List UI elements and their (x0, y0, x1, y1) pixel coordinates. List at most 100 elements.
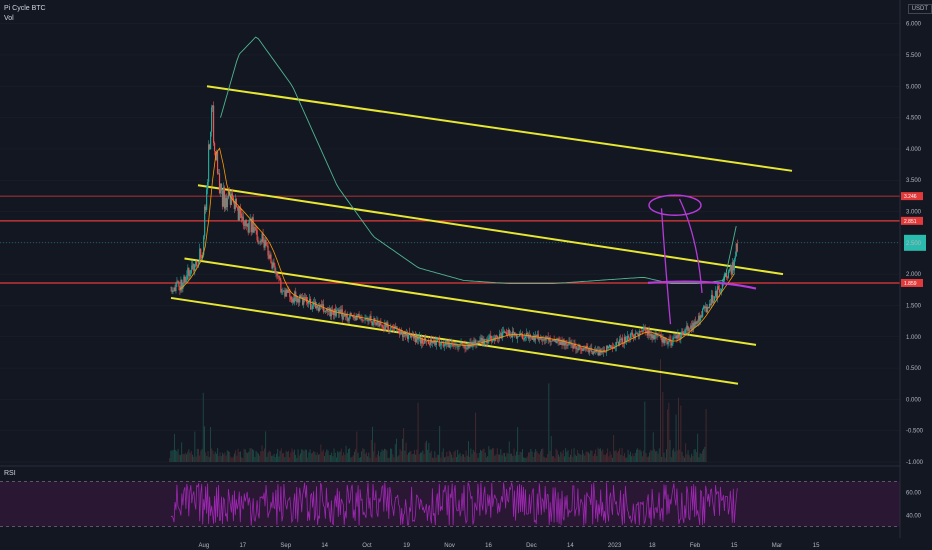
volume-bar (662, 392, 664, 462)
volume-bar (620, 454, 622, 462)
candle-body (178, 281, 180, 287)
volume-bar (260, 451, 262, 462)
volume-bar (350, 457, 352, 462)
volume-bar (577, 449, 579, 462)
volume-bar (452, 457, 454, 462)
candle-body (210, 107, 213, 132)
volume-bar (495, 454, 497, 462)
level-tag-label: 3.246 (904, 194, 917, 200)
volume-bar (548, 383, 550, 462)
y-tick-label: -0.500 (906, 429, 924, 435)
volume-bar (616, 452, 618, 462)
volume-bar (420, 452, 421, 462)
candle-body (728, 269, 730, 272)
volume-bar (542, 448, 544, 462)
volume-bar (622, 455, 624, 462)
volume-bar (231, 457, 233, 462)
volume-bar (411, 454, 413, 462)
volume-bar (409, 451, 411, 462)
volume-bar (309, 449, 311, 462)
volume-bar (463, 454, 465, 462)
volume-bar (186, 454, 187, 462)
volume-bar (436, 454, 438, 462)
volume-bar (433, 457, 435, 462)
volume-bar (342, 455, 343, 462)
candle-body (196, 261, 198, 265)
candle-body (671, 343, 673, 346)
volume-bar (591, 450, 593, 462)
volume-bar (682, 455, 684, 462)
rsi-label[interactable]: RSI (4, 470, 16, 477)
volume-bar (241, 457, 243, 462)
volume-bar (498, 454, 499, 462)
volume-bar (630, 451, 631, 462)
volume-bar (259, 455, 261, 462)
volume-bar (345, 445, 347, 462)
volume-bar (511, 453, 513, 462)
volume-bar (546, 457, 547, 462)
volume-bar (282, 453, 283, 462)
volume-bar (172, 449, 174, 462)
legend-vol[interactable]: Vol (4, 14, 46, 24)
volume-bar (283, 453, 285, 462)
volume-bar (402, 438, 403, 462)
volume-bar (480, 449, 481, 462)
volume-bar (541, 448, 543, 462)
candle-body (335, 310, 337, 316)
volume-bar (477, 457, 479, 462)
volume-bar (500, 449, 502, 462)
volume-bar (648, 456, 649, 462)
volume-bar (700, 453, 702, 462)
volume-bar (232, 456, 234, 462)
volume-bar (327, 450, 329, 462)
candle-body (654, 335, 656, 340)
candle-body (290, 296, 292, 300)
volume-bar (301, 449, 303, 462)
volume-bar (320, 444, 322, 462)
candle-body (440, 342, 442, 346)
candle-body (702, 308, 704, 317)
legend-title[interactable]: Pi Cycle BTC (4, 4, 46, 14)
volume-bar (206, 455, 208, 462)
volume-bar (258, 453, 259, 462)
candle-body (191, 265, 193, 271)
volume-bar (661, 456, 663, 462)
candle-body (736, 243, 738, 252)
volume-bar (603, 454, 605, 462)
currency-selector[interactable]: USDT (907, 4, 932, 14)
x-tick-label: 16 (485, 543, 492, 549)
volume-bar (288, 450, 289, 462)
candle-body (734, 255, 736, 259)
volume-bar (552, 456, 553, 462)
candle-body (372, 322, 374, 326)
volume-bar (180, 455, 181, 462)
x-tick-label: Dec (526, 543, 537, 549)
volume-bar (289, 457, 291, 462)
candle-body (556, 341, 558, 343)
volume-bar (325, 452, 327, 462)
x-tick-label: 18 (649, 543, 656, 549)
volume-bar (381, 449, 383, 462)
chart-canvas[interactable]: 3.246 2.851 1.859 60.00 40.00 6.000 5.500 5.0… (0, 0, 932, 550)
candle-body (645, 330, 647, 332)
volume-bar (666, 449, 667, 462)
candle-body (586, 345, 588, 348)
volume-bar (672, 450, 673, 462)
volume-bar (300, 453, 301, 462)
volume-bar (380, 452, 382, 462)
volume-bar (554, 457, 556, 462)
volume-bar (448, 450, 450, 462)
volume-bar (535, 449, 537, 462)
x-tick-label: 14 (321, 543, 328, 549)
volume-bar (247, 453, 249, 462)
candle-body (713, 296, 716, 301)
volume-bar (211, 448, 213, 462)
volume-bar (668, 402, 670, 462)
volume-bar (426, 440, 427, 462)
candle-body (512, 331, 515, 333)
volume-bar (468, 441, 469, 462)
candle-body (200, 248, 202, 258)
candle-body (278, 276, 280, 278)
volume-bar (368, 452, 370, 462)
candle-body (410, 336, 413, 338)
